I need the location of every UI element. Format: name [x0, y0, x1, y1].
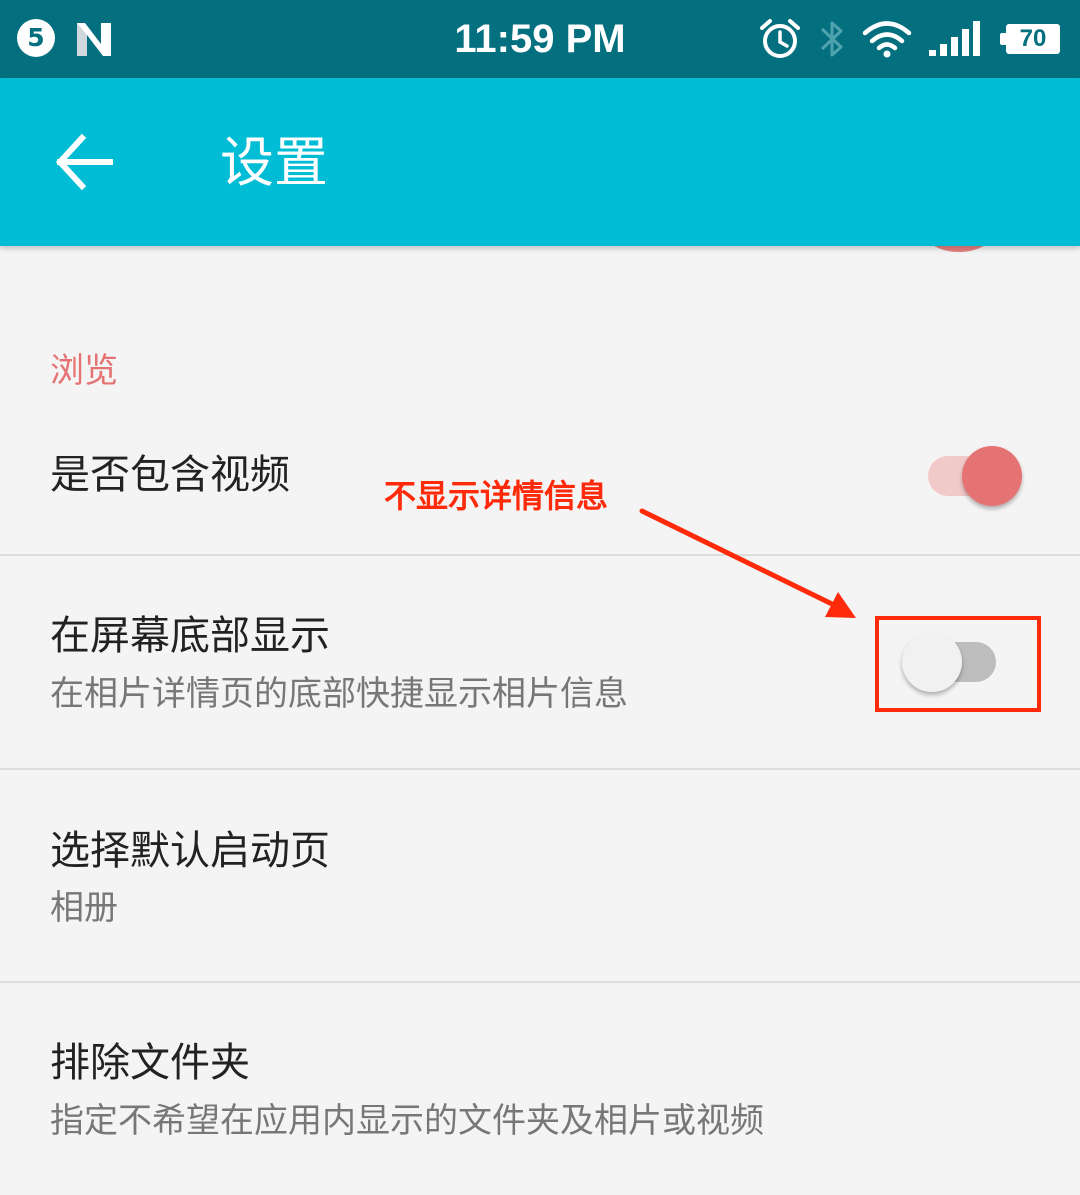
setting-row-default-start-page[interactable]: 选择默认启动页 相册: [0, 770, 1080, 982]
setting-subtitle: 相册: [50, 888, 118, 928]
status-time: 11:59 PM: [454, 17, 626, 61]
wifi-icon: [862, 21, 912, 58]
section-header-browse: 浏览: [50, 351, 118, 391]
bluetooth-icon: [820, 21, 843, 57]
setting-subtitle: 指定不希望在应用内显示的文件夹及相片或视频: [50, 1101, 764, 1141]
status-bar: 5 11:59 PM 70: [0, 0, 1080, 78]
settings-list: 浏览 是否包含视频 在屏幕底部显示 在相片详情页的底部快捷显示相片信息 选择默认…: [0, 246, 1080, 1195]
app-bar: 设置: [0, 78, 1080, 246]
arrow-left-icon[interactable]: [50, 130, 118, 194]
setting-title: 在屏幕底部显示: [50, 613, 330, 659]
setting-title: 是否包含视频: [50, 452, 290, 498]
page-title: 设置: [220, 131, 328, 194]
annotation-label: 不显示详情信息: [384, 477, 609, 515]
annotation-highlight-box: [875, 616, 1041, 712]
battery-level: 70: [1006, 24, 1060, 54]
alarm-icon: [760, 19, 800, 58]
previous-switch-thumb: [922, 246, 996, 252]
setting-title: 排除文件夹: [50, 1040, 250, 1086]
setting-row-exclude-folders[interactable]: 排除文件夹 指定不希望在应用内显示的文件夹及相片或视频: [0, 983, 1080, 1195]
setting-subtitle: 在相片详情页的底部快捷显示相片信息: [50, 674, 628, 714]
include-video-switch[interactable]: [926, 446, 1022, 506]
setting-title: 选择默认启动页: [50, 828, 330, 874]
signal-icon: [929, 21, 980, 56]
battery-icon: 70: [1000, 24, 1060, 54]
switch-thumb: [962, 446, 1022, 506]
